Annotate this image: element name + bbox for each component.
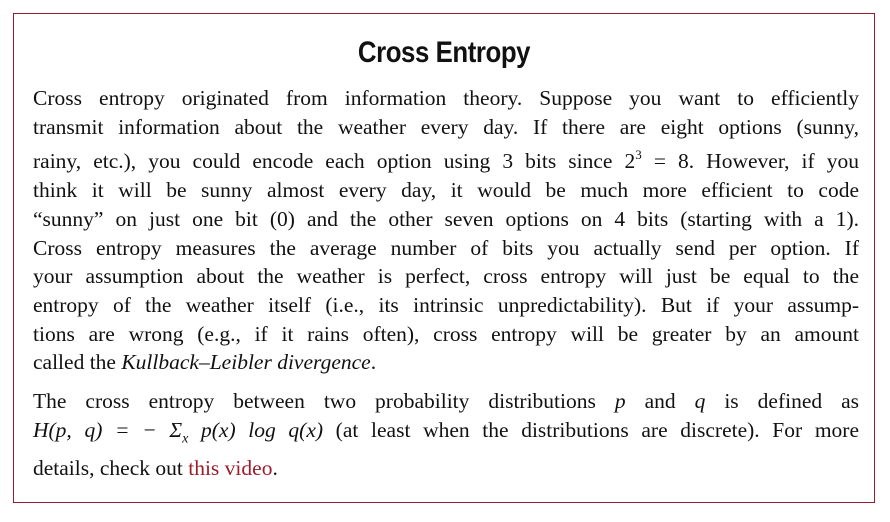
text-line: Cross entropy originated from informatio… — [33, 86, 859, 110]
text-line: Cross entropy measures the average numbe… — [33, 235, 859, 260]
definition-paragraph: The cross entropy between two probabilit… — [33, 387, 859, 482]
cross-entropy-sidebar: Cross Entropy Cross entropy originated f… — [13, 13, 875, 503]
text-line: tions are wrong (e.g., if it rains often… — [33, 321, 859, 346]
text-line: transmit information about the weather e… — [33, 114, 859, 139]
kl-divergence-term: Kullback–Leibler divergence — [121, 350, 371, 375]
text-line: entropy of the weather itself (i.e., its… — [33, 292, 859, 317]
text-line: rainy, etc.), you could encode each opti… — [33, 147, 859, 174]
text-line: details, check out this video. — [33, 455, 278, 480]
text-line: your assumption about the weather is per… — [33, 264, 859, 289]
text-line: H(p, q) = − Σx p(x) log q(x) (at least w… — [33, 417, 860, 446]
cross-entropy-formula: H(p, q) = − Σx p(x) log q(x) — [33, 417, 324, 446]
text-line: called the Kullback–Leibler divergence. — [33, 350, 377, 375]
text-line: think it will be sunny almost every day,… — [33, 178, 859, 203]
sidebar-title: Cross Entropy — [357, 36, 531, 69]
explanation-paragraph: Cross entropy originated from informatio… — [33, 84, 859, 377]
video-link[interactable]: this video — [188, 456, 272, 480]
text-line: “sunny” on just one bit (0) and the othe… — [33, 206, 859, 231]
text-line: The cross entropy between two probabilit… — [33, 389, 860, 413]
